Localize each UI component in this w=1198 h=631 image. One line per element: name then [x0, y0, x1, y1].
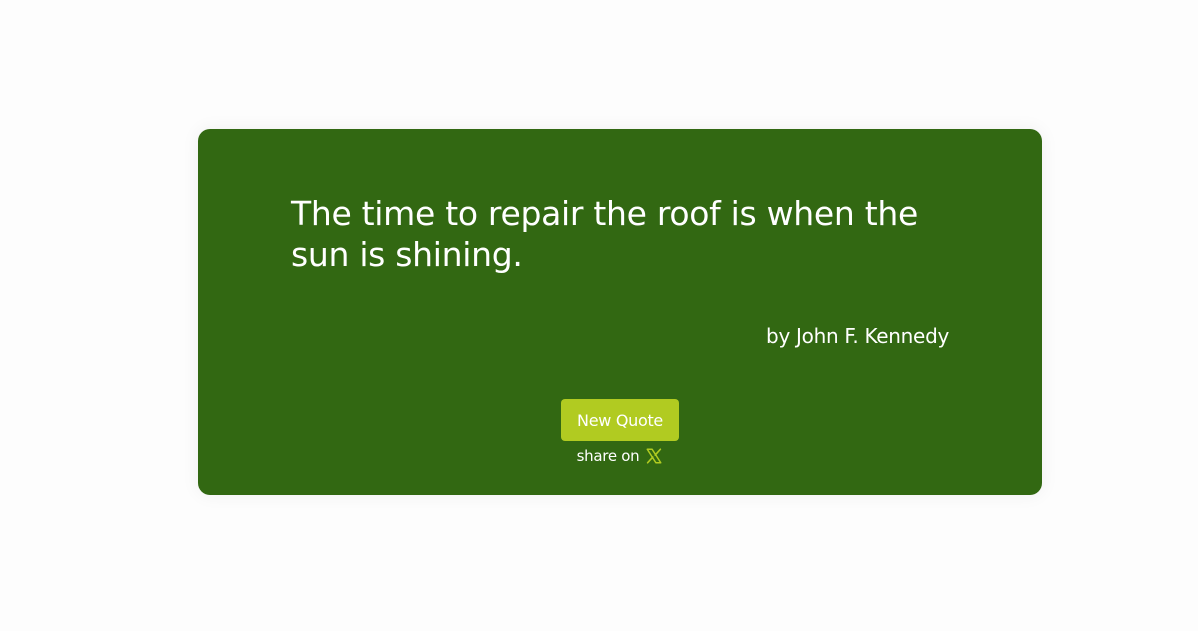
share-on-x-link[interactable]: share on [577, 445, 664, 467]
quote-author: by John F. Kennedy [766, 324, 949, 348]
quote-card: The time to repair the roof is when the … [198, 129, 1042, 495]
new-quote-button[interactable]: New Quote [561, 399, 679, 441]
share-row: share on [198, 445, 1042, 467]
share-label: share on [576, 447, 640, 465]
quote-text: The time to repair the roof is when the … [291, 194, 918, 274]
x-logo-icon [646, 448, 662, 464]
